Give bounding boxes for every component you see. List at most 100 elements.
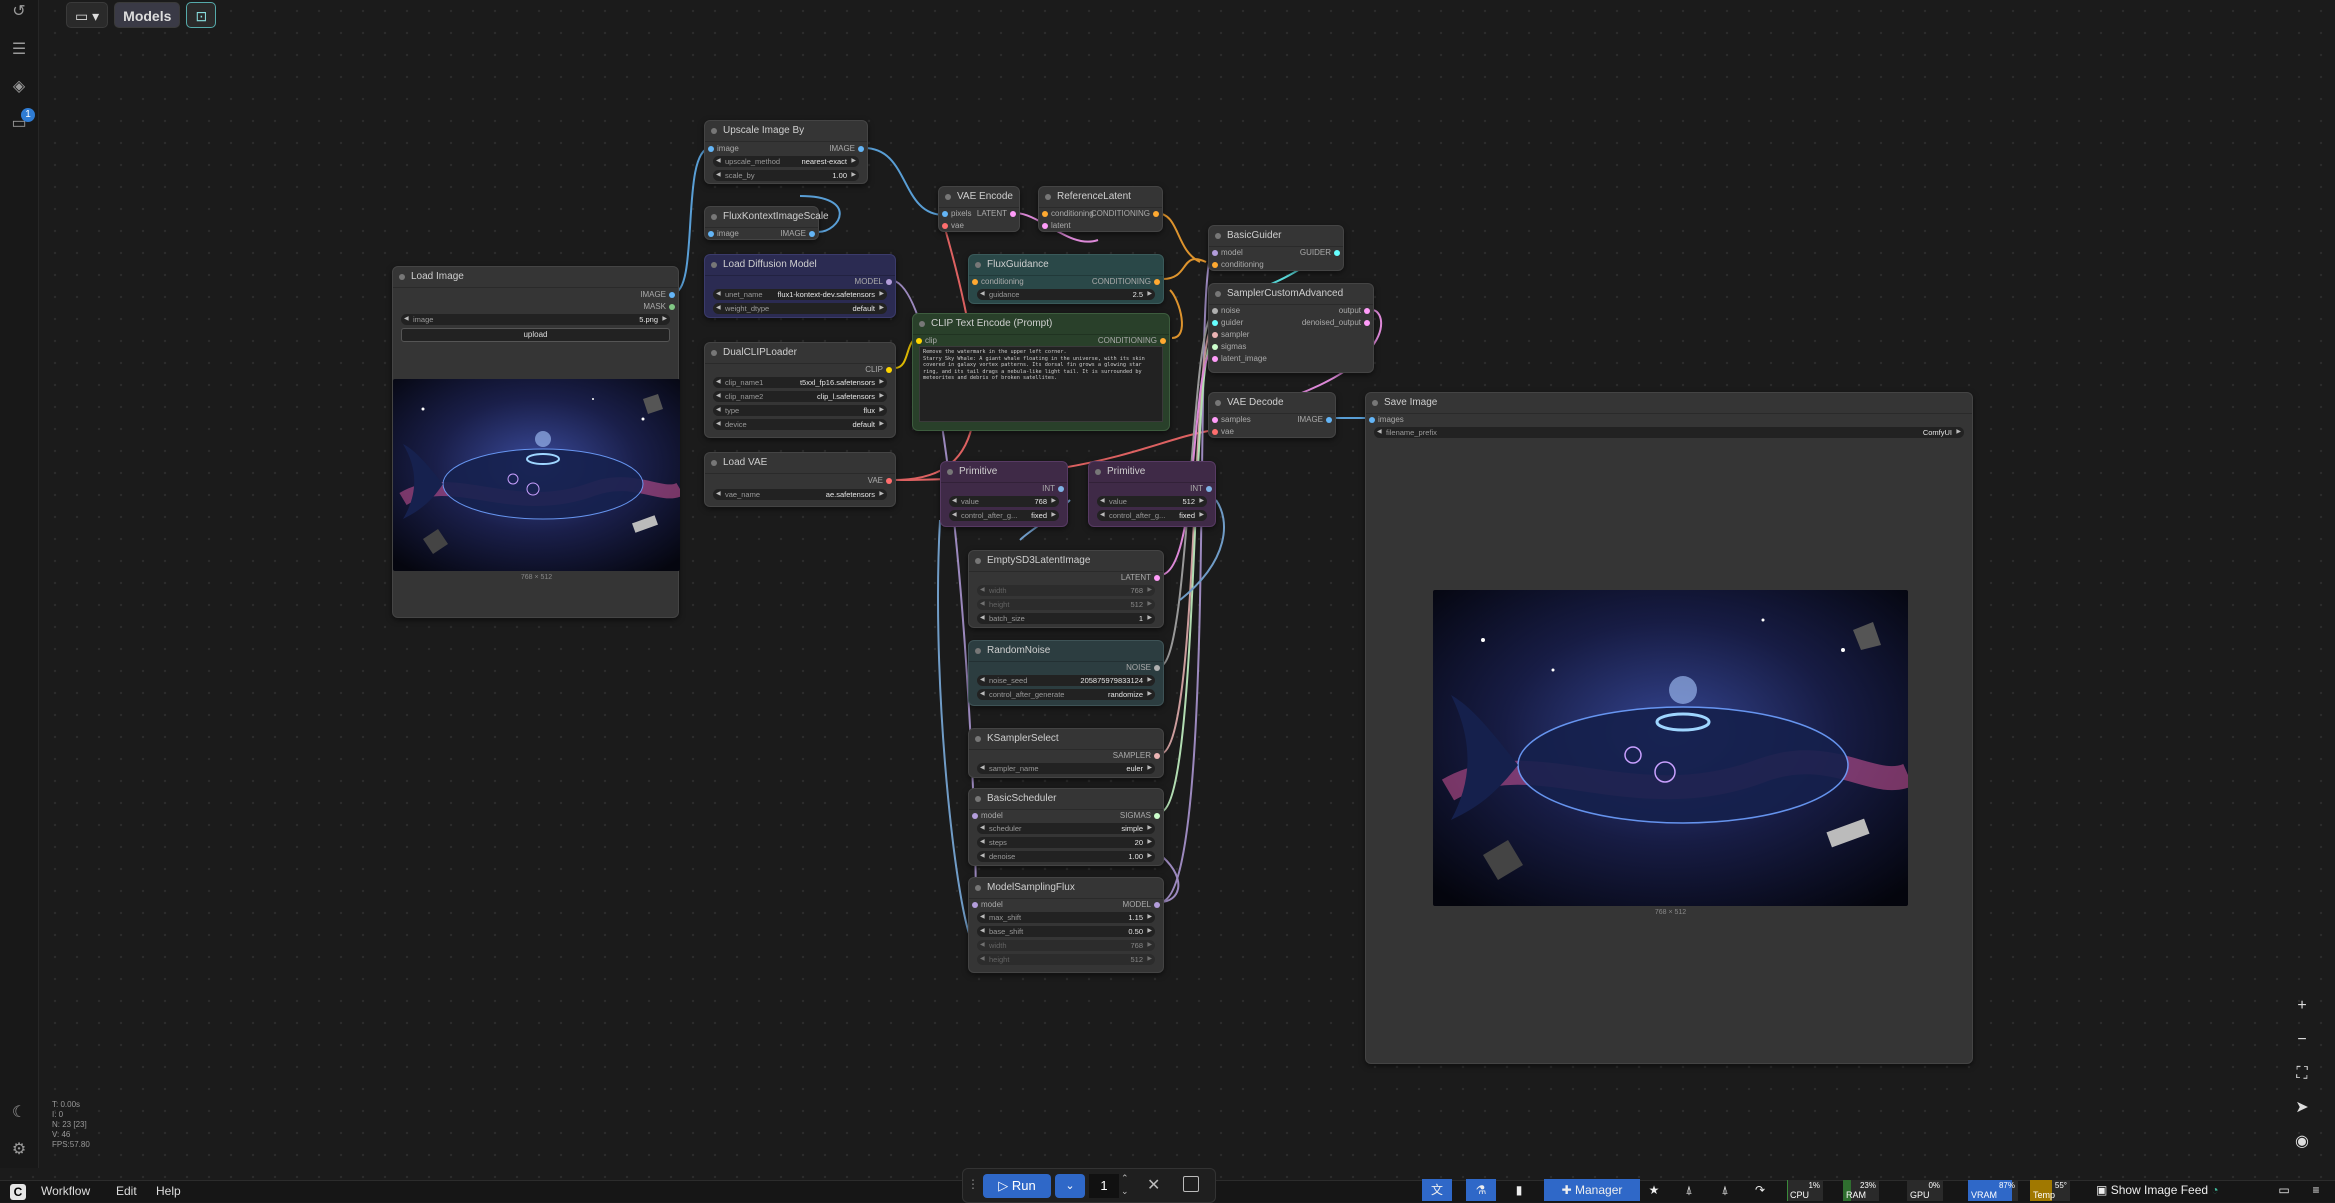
translate-icon[interactable]: 文 [1422,1179,1452,1201]
output-mask[interactable]: MASK [643,302,666,312]
navigate-icon[interactable]: ➤ [2290,1096,2314,1120]
manager-button[interactable]: ✚ Manager [1544,1179,1640,1201]
node-random-noise[interactable]: RandomNoise NOISE noise_seed205875979833… [968,640,1164,706]
drag-handle-icon[interactable]: ⋮ [967,1177,979,1191]
prompt-textarea[interactable]: Remove the watermark in the upper left c… [919,346,1163,422]
output-latent[interactable]: LATENT [1121,573,1151,583]
steps-widget[interactable]: steps20 [977,837,1155,848]
control-widget[interactable]: control_after_g...fixed [1097,510,1207,521]
node-basic-guider[interactable]: BasicGuider model conditioning GUIDER [1208,225,1344,271]
panel-toggle-icon[interactable]: ▭ [2274,1179,2294,1201]
bookmark-icon[interactable]: ▮ [1508,1179,1530,1201]
input-model[interactable]: model [981,811,1003,821]
shortcut-icon-1[interactable]: ⍋ [1679,1179,1699,1201]
input-conditioning[interactable]: conditioning [1051,209,1094,219]
base-shift-widget[interactable]: base_shift0.50 [977,926,1155,937]
output-int[interactable]: INT [1042,484,1055,494]
save-icon[interactable]: ⊡ [186,2,216,28]
control-after-generate-widget[interactable]: control_after_generaterandomize [977,689,1155,700]
hamburger-menu-icon[interactable]: ≡ [2306,1179,2326,1201]
cancel-x-icon[interactable]: ✕ [1147,1175,1160,1195]
input-images[interactable]: images [1378,415,1404,425]
type-widget[interactable]: typeflux [713,405,887,416]
input-sigmas[interactable]: sigmas [1221,342,1246,352]
queue-icon[interactable]: ☰ [9,40,29,60]
node-primitive-width[interactable]: Primitive INT value768 control_after_g..… [940,461,1068,527]
menu-workflow[interactable]: Workflow [41,1181,90,1202]
output-sigmas[interactable]: SIGMAS [1120,811,1151,821]
output-conditioning[interactable]: CONDITIONING [1092,277,1151,287]
input-model[interactable]: model [1221,248,1243,258]
zoom-in-icon[interactable]: + [2290,994,2314,1018]
node-upscale-image-by[interactable]: Upscale Image By image IMAGE upscale_met… [704,120,868,184]
theme-moon-icon[interactable]: ☾ [9,1103,29,1123]
scheduler-widget[interactable]: schedulersimple [977,823,1155,834]
star-icon[interactable]: ★ [1644,1179,1664,1201]
node-flux-guidance[interactable]: FluxGuidance conditioning CONDITIONING g… [968,254,1164,304]
run-button[interactable]: ▷ Run [983,1174,1051,1198]
node-load-vae[interactable]: Load VAE VAE vae_nameae.safetensors [704,452,896,507]
fit-view-icon[interactable]: ⛶ [2290,1062,2314,1086]
input-latent[interactable]: latent [1051,221,1071,231]
input-conditioning[interactable]: conditioning [1221,260,1264,270]
noise-seed-widget[interactable]: noise_seed205875979833124 [977,675,1155,686]
node-model-sampling-flux[interactable]: ModelSamplingFlux model MODEL max_shift1… [968,877,1164,973]
input-vae[interactable]: vae [1221,427,1234,437]
upscale-method-widget[interactable]: upscale_methodnearest-exact [713,156,859,167]
input-model[interactable]: model [981,900,1003,910]
node-dual-clip-loader[interactable]: DualCLIPLoader CLIP clip_name1t5xxl_fp16… [704,342,896,438]
shortcut-icon-2[interactable]: ⍋ [1715,1179,1735,1201]
output-image[interactable]: IMAGE [780,229,806,239]
node-map-icon[interactable]: ⚗ [1466,1179,1496,1201]
output-model[interactable]: MODEL [855,277,883,287]
menu-edit[interactable]: Edit [116,1181,137,1202]
node-vae-encode[interactable]: VAE Encode pixels vae LATENT [938,186,1020,232]
input-guider[interactable]: guider [1221,318,1243,328]
output-output[interactable]: output [1339,306,1361,316]
models-button[interactable]: Models [114,2,180,28]
stop-square-icon[interactable] [1183,1176,1199,1192]
vae-name-widget[interactable]: vae_nameae.safetensors [713,489,887,500]
batch-stepper[interactable]: ⌃⌄ [1121,1172,1129,1198]
clip-name1-widget[interactable]: clip_name1t5xxl_fp16.safetensors [713,377,887,388]
output-vae[interactable]: VAE [868,476,883,486]
input-vae[interactable]: vae [951,221,964,231]
input-conditioning[interactable]: conditioning [981,277,1024,287]
device-widget[interactable]: devicedefault [713,419,887,430]
scale-by-widget[interactable]: scale_by1.00 [713,170,859,181]
output-int[interactable]: INT [1190,484,1203,494]
max-shift-widget[interactable]: max_shift1.15 [977,912,1155,923]
show-image-feed-button[interactable]: ▣ Show Image Feed ◔ [2096,1179,2246,1201]
batch-count-input[interactable]: 1 [1089,1174,1119,1198]
input-samples[interactable]: samples [1221,415,1251,425]
run-mode-chevron-icon[interactable]: ⌄ [1055,1174,1085,1198]
value-widget[interactable]: value768 [949,496,1059,507]
batch-size-widget[interactable]: batch_size1 [977,613,1155,624]
output-conditioning[interactable]: CONDITIONING [1091,209,1150,219]
output-model[interactable]: MODEL [1123,900,1151,910]
clip-name2-widget[interactable]: clip_name2clip_l.safetensors [713,391,887,402]
comfy-logo-icon[interactable]: C [10,1184,26,1200]
node-vae-decode[interactable]: VAE Decode samples vae IMAGE [1208,392,1336,438]
node-flux-kontext-image-scale[interactable]: FluxKontextImageScale image IMAGE [704,206,819,240]
menu-help[interactable]: Help [156,1181,181,1202]
node-primitive-height[interactable]: Primitive INT value512 control_after_g..… [1088,461,1216,527]
output-guider[interactable]: GUIDER [1300,248,1331,258]
visibility-eye-icon[interactable]: ◉ [2290,1130,2314,1154]
node-ksampler-select[interactable]: KSamplerSelect SAMPLER sampler_nameeuler [968,728,1164,778]
output-noise[interactable]: NOISE [1126,663,1151,673]
node-clip-text-encode[interactable]: CLIP Text Encode (Prompt) clip CONDITION… [912,313,1170,431]
node-reference-latent[interactable]: ReferenceLatent conditioning latent COND… [1038,186,1163,232]
node-basic-scheduler[interactable]: BasicScheduler model SIGMAS schedulersim… [968,788,1164,866]
output-image[interactable]: IMAGE [1297,415,1323,425]
input-image[interactable]: image [717,144,739,154]
output-image[interactable]: IMAGE [640,290,666,300]
output-sampler[interactable]: SAMPLER [1113,751,1151,761]
image-select-widget[interactable]: image5.png [401,314,670,325]
output-image-preview[interactable] [1433,590,1908,906]
control-widget[interactable]: control_after_g...fixed [949,510,1059,521]
node-sampler-custom-advanced[interactable]: SamplerCustomAdvanced noise guider sampl… [1208,283,1374,373]
output-clip[interactable]: CLIP [865,365,883,375]
node-load-diffusion-model[interactable]: Load Diffusion Model MODEL unet_nameflux… [704,254,896,318]
value-widget[interactable]: value512 [1097,496,1207,507]
